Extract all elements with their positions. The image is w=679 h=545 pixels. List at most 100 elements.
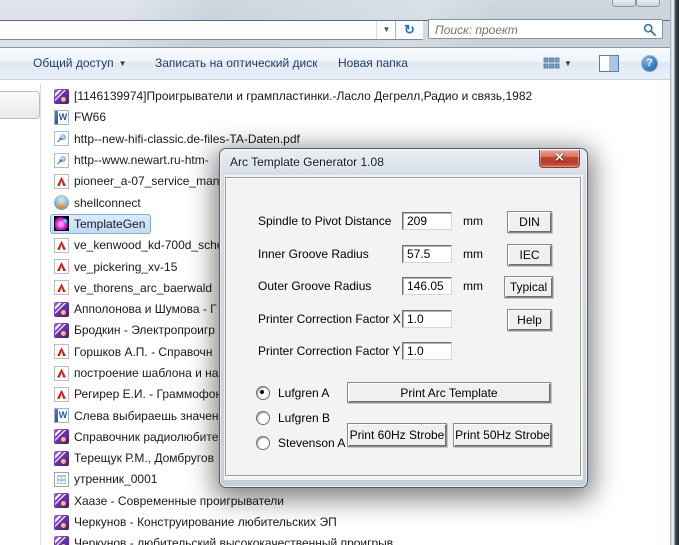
view-grid-icon <box>543 57 560 71</box>
file-name: Слева выбираешь значен <box>74 409 219 423</box>
file-name: pioneer_a-07_service_manu <box>74 174 226 188</box>
unit-label: mm <box>463 276 483 296</box>
link-file-icon <box>54 131 69 146</box>
explorer-window: ▼ ↻ Общий доступ▼ Записать на оптический… <box>0 0 679 545</box>
preview-pane-button[interactable] <box>599 55 619 72</box>
spindle-to-pivot-input[interactable] <box>402 212 452 230</box>
file-name: ve_pickering_xv-15 <box>74 260 177 274</box>
inner-groove-radius-input[interactable] <box>402 245 452 263</box>
pdf-file-icon <box>54 280 69 295</box>
link-file-icon <box>54 153 69 168</box>
file-name: ve_thorens_arc_baerwald <box>74 281 212 295</box>
file-name: http--www.newart.ru-htm- <box>74 153 209 167</box>
radio-label: Stevenson A <box>278 436 345 450</box>
search-input[interactable] <box>433 21 637 39</box>
search-icon[interactable] <box>643 23 656 36</box>
preview-pane-icon <box>599 55 619 72</box>
field-label: Spindle to Pivot Distance <box>258 211 391 231</box>
window-chrome: ▼ ↻ Общий доступ▼ Записать на оптический… <box>0 0 679 82</box>
file-name: утренник_0001 <box>74 472 157 486</box>
pdf-file-icon <box>54 238 69 253</box>
toolbar-share-button[interactable]: Общий доступ▼ <box>33 48 127 79</box>
radio-label: Lufgren B <box>278 411 330 425</box>
nav-pane-item-fragment[interactable] <box>0 91 40 119</box>
file-name: Справочник радиолюбите <box>74 430 218 444</box>
djvu-file-icon <box>54 515 69 530</box>
dialog-title: Arc Template Generator 1.08 <box>230 149 384 175</box>
pdf-file-icon <box>54 259 69 274</box>
toolbar-new-folder-button[interactable]: Новая папка <box>338 48 408 79</box>
djvu-file-icon <box>54 89 69 104</box>
print-50hz-strobe-button[interactable]: Print 50Hz Strobe <box>453 423 552 447</box>
din-button[interactable]: DIN <box>507 211 552 233</box>
toolbar-burn-button[interactable]: Записать на оптический диск <box>155 48 318 79</box>
djvu-file-icon <box>54 493 69 508</box>
help-icon[interactable]: ? <box>641 55 658 72</box>
chevron-down-icon: ▼ <box>119 59 127 68</box>
list-item[interactable]: Черкунов - Конструирование любительских … <box>46 512 666 533</box>
radio-label: Lufgren A <box>278 386 329 400</box>
field-label: Printer Correction Factor Y <box>258 341 401 361</box>
list-item[interactable]: FW66 <box>46 107 666 128</box>
change-view-button[interactable]: ▼ <box>543 54 579 73</box>
chevron-down-icon: ▼ <box>564 59 572 68</box>
dialog-client-area: Spindle to Pivot Distance mm Inner Groov… <box>224 175 583 480</box>
iec-button[interactable]: IEC <box>507 244 552 266</box>
caption-button-sliver <box>636 0 660 7</box>
file-name: Черкунов - Конструирование любительских … <box>74 515 337 529</box>
help-button[interactable]: Help <box>507 309 552 331</box>
sheet-file-icon <box>54 472 69 487</box>
djvu-file-icon <box>54 323 69 338</box>
radio-lufgren-b[interactable]: Lufgren B <box>256 410 360 426</box>
chevron-down-icon[interactable]: ▼ <box>376 21 396 39</box>
window-frame-edge <box>670 0 679 545</box>
shell-file-icon <box>54 195 69 210</box>
pdf-file-icon <box>54 174 69 189</box>
file-name: Терещук Р.М., Домбругов <box>74 451 214 465</box>
file-name: FW66 <box>74 110 106 124</box>
close-button[interactable]: × <box>539 150 580 168</box>
file-name: Регирер Е.И. - Граммофон <box>74 387 222 401</box>
caption-button-sliver <box>612 0 636 7</box>
list-item[interactable]: Хаазе - Современные проигрыватели <box>46 491 666 512</box>
radio-lufgren-a[interactable]: Lufgren A <box>256 385 360 401</box>
print-60hz-strobe-button[interactable]: Print 60Hz Strobe <box>347 423 447 447</box>
printer-correction-y-input[interactable] <box>402 342 452 360</box>
address-bar[interactable]: ▼ ↻ <box>0 21 423 40</box>
file-name: [1146139974]Проигрыватели и грампластинк… <box>74 89 532 103</box>
radio-icon <box>256 436 270 450</box>
djvu-file-icon <box>54 302 69 317</box>
djvu-file-icon <box>54 429 69 444</box>
pdf-file-icon <box>54 344 69 359</box>
file-name: Бродкин - Электропроигр <box>74 323 215 337</box>
search-box[interactable] <box>428 19 663 39</box>
file-name: http--new-hifi-classic.de-files-TA-Daten… <box>74 132 300 146</box>
file-name: построение шаблона и на <box>74 366 218 380</box>
list-item[interactable]: http--new-hifi-classic.de-files-TA-Daten… <box>46 129 666 150</box>
file-name: Черкунов - любительский высококачественн… <box>74 536 393 545</box>
refresh-icon[interactable]: ↻ <box>395 21 423 39</box>
radio-stevenson-a[interactable]: Stevenson A <box>256 435 360 451</box>
radio-icon <box>256 386 270 400</box>
file-name: TemplateGen <box>74 217 145 231</box>
file-name: shellconnect <box>74 196 141 210</box>
word-file-icon <box>54 110 69 125</box>
file-name: Хаазе - Современные проигрыватели <box>74 494 284 508</box>
list-item[interactable]: [1146139974]Проигрыватели и грампластинк… <box>46 86 666 107</box>
word-file-icon <box>54 408 69 423</box>
unit-label: mm <box>463 244 483 264</box>
pdf-file-icon <box>54 366 69 381</box>
typical-button[interactable]: Typical <box>504 276 553 298</box>
outer-groove-radius-input[interactable] <box>402 277 452 295</box>
command-toolbar: Общий доступ▼ Записать на оптический дис… <box>0 48 679 80</box>
file-name: ve_kenwood_kd-700d_sche <box>74 238 223 252</box>
pdf-file-icon <box>54 387 69 402</box>
print-arc-template-button[interactable]: Print Arc Template <box>347 382 551 403</box>
field-label: Printer Correction Factor X <box>258 309 401 329</box>
djvu-file-icon <box>54 536 69 545</box>
printer-correction-x-input[interactable] <box>402 310 452 328</box>
pane-separator <box>40 84 41 545</box>
field-row: Printer Correction Factor Y <box>226 341 580 361</box>
field-label: Inner Groove Radius <box>258 244 369 264</box>
list-item[interactable]: Черкунов - любительский высококачественн… <box>46 533 666 545</box>
